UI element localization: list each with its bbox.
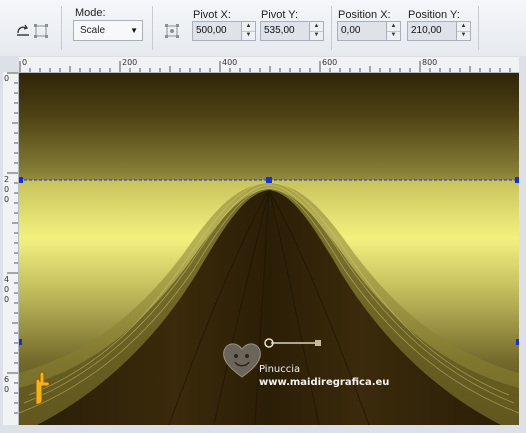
heart-watermark-icon <box>223 343 261 378</box>
position-x-label: Position X: <box>338 9 391 21</box>
horizontal-ruler[interactable]: 0 200 400 600 800 <box>19 57 519 73</box>
watermark-name: Pinuccia <box>259 364 301 375</box>
ruler-label: 4 <box>4 275 10 284</box>
ruler-label: 0 <box>4 385 10 394</box>
ruler-label: 600 <box>322 58 338 67</box>
ruler-label: 0 <box>4 295 10 304</box>
ruler-label: 200 <box>122 58 138 67</box>
pivot-y-value: 535,00 <box>264 25 295 36</box>
mode-label: Mode: <box>75 7 106 19</box>
ruler-label: 0 <box>4 285 10 294</box>
position-y-value: 210,00 <box>411 25 442 36</box>
pivot-x-label: Pivot X: <box>193 9 231 21</box>
deform-grid-icon[interactable] <box>32 22 50 40</box>
deform-toolbar: Mode: Scale ▼ Pivot X: 500,00 ▲ ▼ Pivot Y… <box>0 0 526 57</box>
chevron-down-icon: ▼ <box>130 26 138 35</box>
watermark-url: www.maidiregrafica.eu <box>259 377 390 388</box>
pivot-y-decrement[interactable]: ▼ <box>310 31 323 40</box>
ruler-label: 0 <box>4 74 10 83</box>
pan-hand-icon <box>35 371 50 405</box>
vertical-ruler[interactable]: 0 2 0 0 4 0 0 6 0 <box>3 72 19 425</box>
ruler-label: 0 <box>4 195 10 204</box>
pivot-x-value: 500,00 <box>196 25 227 36</box>
ruler-label: 0 <box>4 185 10 194</box>
position-x-field[interactable]: 0,00 ▲ ▼ <box>337 21 401 41</box>
ruler-label: 400 <box>222 58 238 67</box>
ruler-label: 2 <box>4 175 10 184</box>
mode-select[interactable]: Scale ▼ <box>73 20 143 41</box>
position-y-label: Position Y: <box>408 9 460 21</box>
ruler-label: 0 <box>22 58 28 67</box>
pivot-x-decrement[interactable]: ▼ <box>242 31 255 40</box>
pivot-x-field[interactable]: 500,00 ▲ ▼ <box>192 21 256 41</box>
ruler-label: 800 <box>422 58 438 67</box>
mode-select-value: Scale <box>80 25 106 36</box>
reset-transform-icon[interactable] <box>14 22 32 40</box>
pivot-y-field[interactable]: 535,00 ▲ ▼ <box>260 21 324 41</box>
pivot-y-label: Pivot Y: <box>261 9 299 21</box>
position-x-value: 0,00 <box>341 25 361 36</box>
position-y-field[interactable]: 210,00 ▲ ▼ <box>407 21 471 41</box>
position-y-decrement[interactable]: ▼ <box>457 31 470 40</box>
ruler-label: 6 <box>4 375 10 384</box>
position-x-decrement[interactable]: ▼ <box>387 31 400 40</box>
pivot-icon[interactable] <box>163 22 181 40</box>
